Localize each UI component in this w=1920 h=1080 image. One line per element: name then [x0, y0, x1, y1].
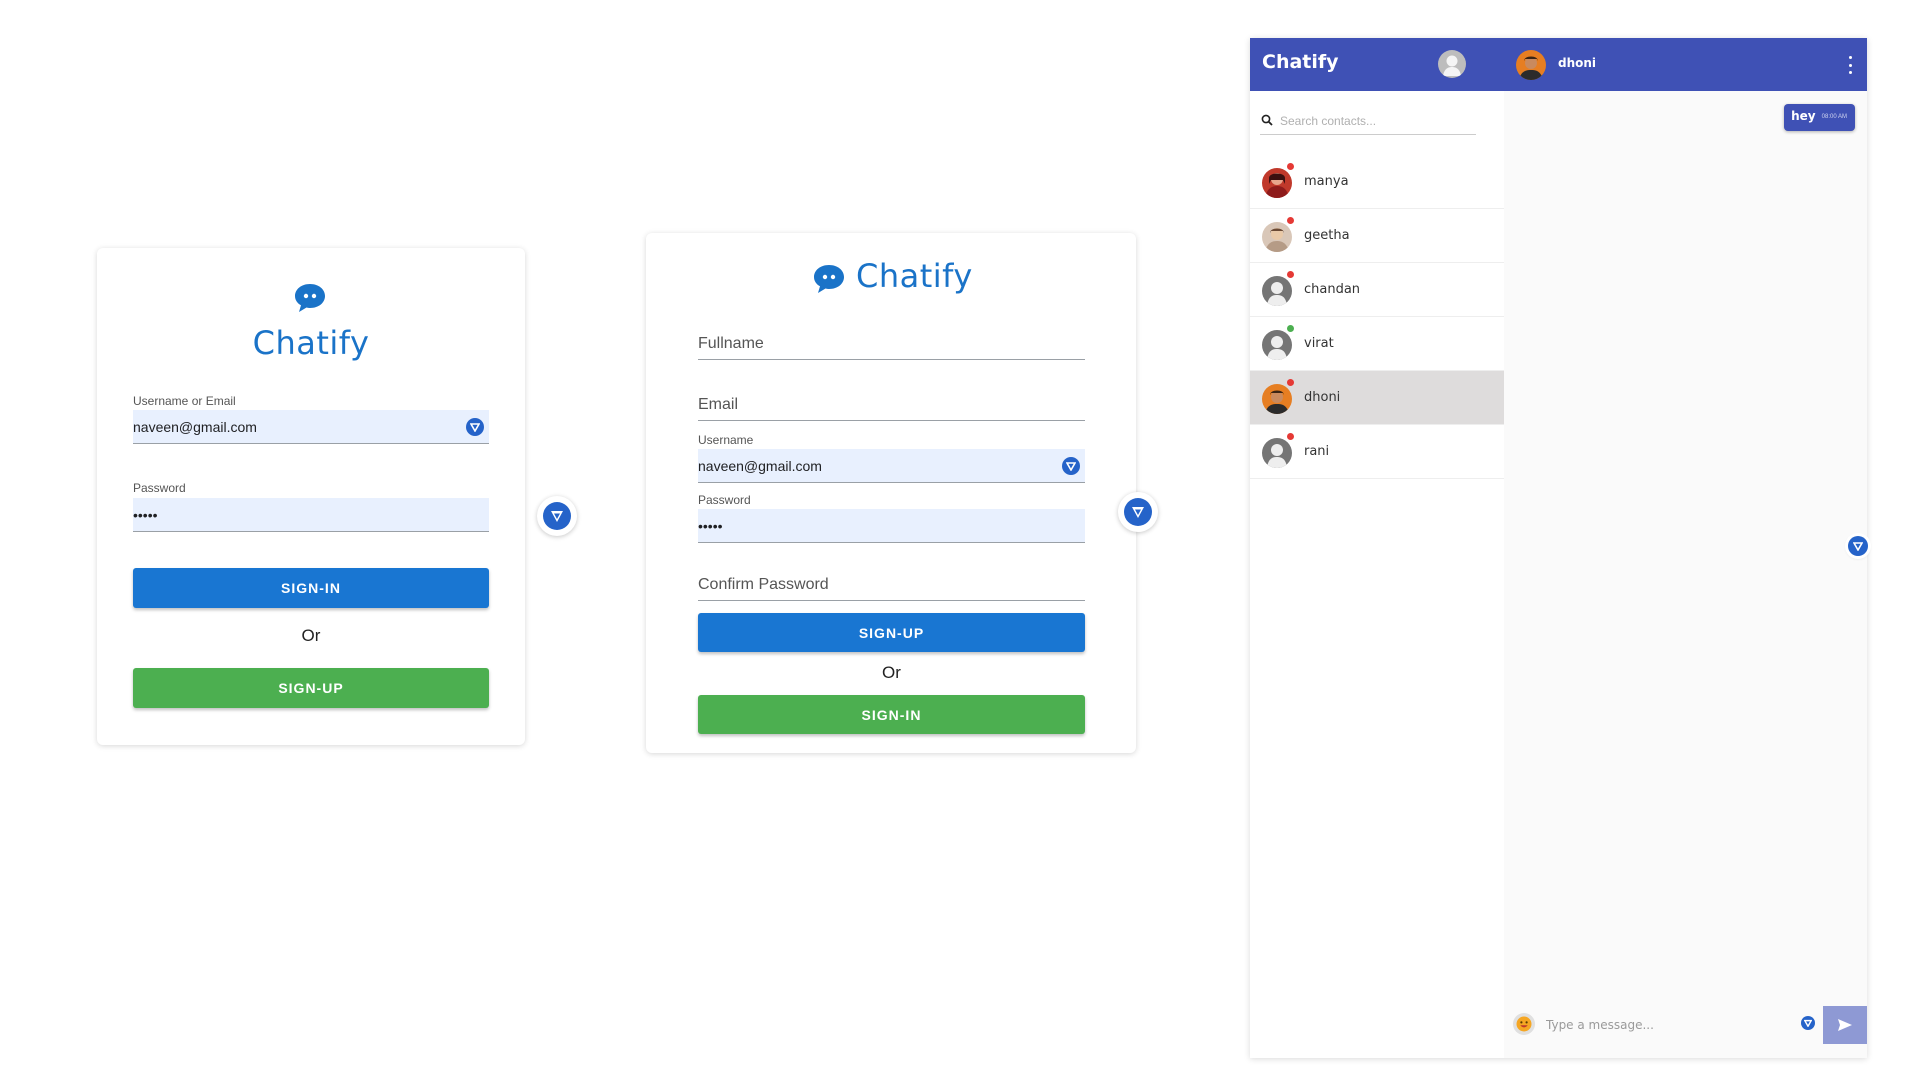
contact-avatar	[1262, 222, 1292, 252]
signup-button[interactable]: SIGN-UP	[133, 668, 489, 708]
conversation-pane: dhoni hey 08:00 AM	[1504, 38, 1868, 1058]
user-icon	[1443, 55, 1461, 76]
default-user-icon	[1262, 276, 1292, 306]
chat-bubble-icon	[295, 284, 325, 312]
search-icon	[1261, 114, 1273, 126]
status-dot-offline	[1287, 271, 1294, 278]
contact-search-bar	[1260, 108, 1476, 135]
message-bubble-outgoing: hey 08:00 AM	[1784, 104, 1855, 131]
contact-name: manya	[1304, 174, 1349, 189]
chat-app-window: Chatify manya	[1250, 38, 1868, 1058]
goto-signin-button[interactable]: SIGN-IN	[698, 695, 1085, 734]
or-divider-text: Or	[882, 663, 901, 682]
password-input[interactable]	[133, 498, 489, 532]
signup-username-label: Username	[698, 433, 754, 447]
fullname-input[interactable]	[698, 328, 1085, 360]
contact-item-manya[interactable]: manya	[1250, 155, 1504, 209]
app-title: Chatify	[1262, 51, 1339, 73]
send-button[interactable]	[1823, 1006, 1867, 1044]
search-contacts-input[interactable]	[1278, 110, 1472, 132]
extension-badge-icon[interactable]	[1801, 1016, 1815, 1030]
password-label: Password	[133, 481, 186, 495]
default-user-icon	[1262, 438, 1292, 468]
contact-name: geetha	[1304, 228, 1350, 243]
signup-password-input[interactable]	[698, 509, 1085, 543]
conversation-header: dhoni	[1504, 38, 1867, 91]
contact-name: virat	[1304, 336, 1334, 351]
active-contact-name: dhoni	[1558, 56, 1597, 70]
email-input[interactable]	[698, 389, 1085, 421]
my-profile-avatar[interactable]	[1438, 50, 1466, 78]
active-contact-avatar[interactable]	[1516, 50, 1546, 80]
contact-name: chandan	[1304, 282, 1361, 297]
extension-floating-button[interactable]	[537, 496, 577, 536]
confirm-password-input[interactable]	[698, 569, 1085, 601]
contact-avatar	[1262, 168, 1292, 198]
extension-floating-button[interactable]	[1848, 536, 1868, 556]
contact-item-rani[interactable]: rani	[1250, 425, 1504, 479]
signin-brand-title: Chatify	[252, 324, 370, 362]
username-label: Username or Email	[133, 394, 236, 408]
more-options-icon[interactable]	[1849, 56, 1853, 74]
message-text: hey	[1791, 109, 1816, 123]
contact-item-chandan[interactable]: chandan	[1250, 263, 1504, 317]
contact-item-virat[interactable]: virat	[1250, 317, 1504, 371]
extension-floating-button[interactable]	[1118, 492, 1158, 532]
signup-password-label: Password	[698, 493, 751, 507]
contact-name: dhoni	[1304, 390, 1341, 405]
signup-card: Chatify Username Password SIGN-UP Or SIG…	[646, 233, 1136, 753]
signup-username-input[interactable]	[698, 449, 1085, 483]
sidebar-header: Chatify	[1250, 38, 1504, 91]
contact-avatar	[1262, 384, 1292, 414]
chat-bubble-icon	[814, 265, 844, 293]
signin-button[interactable]: SIGN-IN	[133, 568, 489, 608]
or-divider-text: Or	[301, 626, 321, 645]
message-composer	[1504, 1002, 1867, 1046]
extension-badge-icon[interactable]	[1062, 457, 1080, 475]
send-icon	[1838, 1019, 1852, 1031]
status-dot-offline	[1287, 163, 1294, 170]
status-dot-offline	[1287, 433, 1294, 440]
signup-brand-title: Chatify	[856, 257, 973, 295]
signin-card: Chatify Username or Email Password SIGN-…	[97, 248, 525, 745]
signup-submit-button[interactable]: SIGN-UP	[698, 613, 1085, 652]
contact-item-dhoni[interactable]: dhoni	[1250, 371, 1504, 425]
message-input[interactable]	[1544, 1014, 1798, 1036]
contact-item-geetha[interactable]: geetha	[1250, 209, 1504, 263]
contact-name: rani	[1304, 444, 1330, 459]
status-dot-offline	[1287, 217, 1294, 224]
extension-badge-icon[interactable]	[466, 418, 484, 436]
contacts-sidebar: Chatify manya	[1250, 38, 1505, 1058]
emoji-icon[interactable]	[1512, 1012, 1536, 1036]
default-user-icon	[1262, 330, 1292, 360]
message-timestamp: 08:00 AM	[1821, 114, 1847, 120]
status-dot-online	[1287, 325, 1294, 332]
status-dot-offline	[1287, 379, 1294, 386]
username-email-input[interactable]	[133, 410, 489, 444]
